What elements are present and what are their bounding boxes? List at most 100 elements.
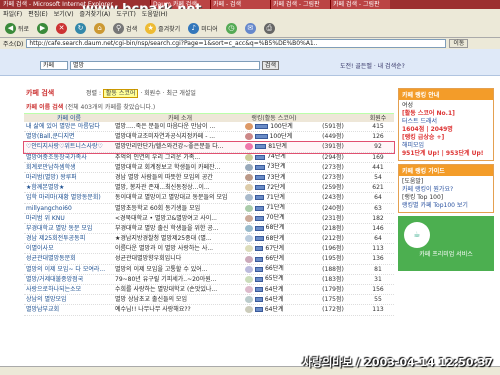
photo-stamp: 사랑의바보 / 2003-04-14 12:50:37: [302, 356, 494, 369]
sort-options: 정렬 : 활동 스코어 · 회원수 · 최근 개설일: [86, 88, 196, 98]
table-row[interactable]: 경남 제25회전투공동피 ★경남지방경찰청 멸망제25중대 (멸... 68단계 (2…: [24, 234, 394, 245]
member-count: 55: [374, 296, 382, 304]
menu-file[interactable]: 파일(F): [3, 9, 22, 20]
rank-bar: [255, 246, 264, 252]
table-row[interactable]: 마리범(멸망) 왕루퍼 경남 멸망 사람들의 따뜻한 모임의 공간 73단계 (273…: [24, 173, 394, 184]
cafe-name-link[interactable]: 성균관대멸망동문회: [24, 254, 112, 263]
table-row[interactable]: 마리범 위 KNU <경북대학교 • 멸망고&멸망여고 사이... 70단계 (231…: [24, 214, 394, 224]
menu-favorites[interactable]: 즐겨찾기(A): [80, 9, 111, 20]
table-row[interactable]: 상남의 멸망모임 멸망 상남초교 출신들의 모임 64단계 (175점) 55: [24, 295, 394, 306]
cafe-name-link[interactable]: 상남의 멸망모임: [24, 295, 112, 304]
table-row[interactable]: 성균관대멸망동문회 성균관대멸망향우회입니다 66단계 (195점) 136: [24, 254, 394, 265]
search-submit-button[interactable]: 검색: [262, 61, 280, 70]
print-button[interactable]: ⎙: [262, 22, 277, 36]
cafe-name-link[interactable]: 입학 마리마(재황 멸망동문회): [24, 193, 112, 202]
stop-button[interactable]: ✕: [54, 22, 69, 36]
member-count: 113: [372, 306, 384, 314]
rank-cell: 64단계: [245, 295, 303, 304]
table-row[interactable]: 멸망여중조동창국가족사 추억의 인연의 우리 그리운 가족... 74단계 (294점…: [24, 153, 394, 163]
guide-help-link[interactable]: 카페 랭킹이 뭔가요?: [402, 186, 490, 194]
activity-score: (259점): [322, 184, 344, 192]
cafe-name-link[interactable]: 멸망의 이제 모임~ 다 모여라...: [24, 265, 112, 274]
cafe-name-link[interactable]: 멸망남부교회: [24, 305, 112, 314]
table-row[interactable]: 멸망남부교회 예수님!! 나무나무 사랑해요?? 64단계 (172점) 113: [24, 305, 394, 316]
table-row[interactable]: 멸망의 이제 모임~ 다 모여라... 멸망의 이제 모임을 고통할 수 있어..…: [24, 265, 394, 275]
menu-view[interactable]: 보기(V): [54, 9, 74, 20]
cafe-name-link[interactable]: 멸망여중조동창국가족사: [24, 153, 112, 162]
task-button[interactable]: 카페 검색 - 그림판: [270, 0, 330, 9]
go-button[interactable]: 이동: [449, 39, 469, 48]
cafe-name-link[interactable]: 경남 제25회전투공동피: [24, 234, 112, 243]
search-input[interactable]: 멸망: [70, 61, 260, 70]
task-button[interactable]: 카페 검색 - 그림판: [330, 0, 390, 9]
search-button[interactable]: ⚲ 검색: [111, 22, 139, 36]
table-row[interactable]: 멸망/거제대불중앙점국 79~80년 유구릴 기피세가..~20아원... 65단계…: [24, 275, 394, 285]
menu-bar: 파일(F) 편집(E) 보기(V) 즐겨찾기(A) 도구(T) 도움말(H): [0, 9, 500, 20]
cafe-name-link[interactable]: 내 삶에 있어 멸망은 아름답다: [24, 122, 112, 131]
rise-cafe-link[interactable]: 해피모임: [402, 142, 490, 150]
cafe-name-link[interactable]: 멸망/거제대불중앙점국: [24, 275, 112, 284]
results-heading: 카페 검색: [26, 89, 55, 97]
favorites-button[interactable]: ★ 즐겨찾기: [143, 22, 182, 36]
cafe-name-link[interactable]: 마리범(멸망) 왕루퍼: [24, 173, 112, 182]
activity-score: (273점): [322, 163, 344, 171]
premium-banner[interactable]: ☕ 카페 프리미엄 서비스: [398, 216, 494, 271]
cafe-thumbnail-icon: [245, 224, 253, 232]
task-button[interactable]: 카페 - 검색: [210, 0, 270, 9]
table-row[interactable]: 사랑으로하나되는소모 수희를 사랑하는 멸망대학교 (손맛있나... 64단계 (17…: [24, 285, 394, 296]
address-input[interactable]: http://cafe.search.daum.net/cgi-bin/nsp/…: [26, 39, 447, 48]
cafe-name-link[interactable]: ♡안티지사랑♡위트니스사랑♡: [24, 142, 112, 151]
cafe-name-link[interactable]: 마리범 위 KNU: [24, 214, 112, 223]
cafe-thumbnail-icon: [245, 174, 253, 182]
cafe-thumbnail-icon: [245, 184, 253, 192]
cafe-name-link[interactable]: 부경대학교 멸망 동문 모임: [24, 224, 112, 233]
table-row[interactable]: 부경대학교 멸망 동문 모임 부경대학교 멸망 출신 학생들을 위한 공... 68…: [24, 224, 394, 235]
table-row[interactable]: 멸망(Ball,쿤디지면 멸망대학교조미자연과공식지정카페 - ... 100단계 (…: [24, 132, 394, 143]
rank-cell: 71단계: [245, 204, 303, 213]
cafe-intro: 부경대학교 멸망 출신 학생들을 위한 공...: [115, 224, 219, 232]
table-row[interactable]: 회계로만남하셈학생 멸망대학교 회계정보고 학생들이 카페잔... 73단계 (273…: [24, 163, 394, 173]
cafe-name-link[interactable]: 회계로만남하셈학생: [24, 163, 112, 172]
guide-top100-label: [랭킹 Top 100]: [402, 194, 444, 201]
cafe-name-link[interactable]: 사랑으로하나되는소모: [24, 285, 112, 294]
mail-button[interactable]: ✉: [243, 22, 258, 36]
menu-tools[interactable]: 도구(T): [116, 9, 135, 20]
score-title: [활동 스코어 No.1]: [402, 110, 455, 117]
media-button[interactable]: ♪ 미디어: [186, 22, 220, 36]
rise-title: [랭킹 급상승 +]: [402, 134, 445, 141]
table-row[interactable]: 이멸이사모 이름다운 멸망과 이 멸망 사랑하는 사... 67단계 (196점) 11…: [24, 244, 394, 255]
member-count: 441: [372, 163, 384, 171]
cafe-thumbnail-icon: [245, 265, 253, 273]
score-cafe-link[interactable]: 터스트 드래서: [402, 118, 490, 126]
guide-box-title: 카페 랭킹 가이드: [399, 165, 493, 176]
table-row[interactable]: 입학 마리마(재황 멸망동문회) 동이대학교 멸망이고 멸망대교 동문들의 모임 7…: [24, 193, 394, 204]
sort-activity-score[interactable]: 활동 스코어: [102, 89, 139, 98]
cafe-name-link[interactable]: ★함께본멸망★: [24, 183, 112, 192]
table-row[interactable]: ♡안티지사랑♡위트니스사랑♡ 멸망만리만단가/헬스와건강~좋은분들 다... 81단…: [23, 141, 395, 154]
table-row[interactable]: millyangchoi60 멸망초등학교 60회 동기생들 모임 71단계 (240…: [24, 204, 394, 214]
forward-button[interactable]: ▶: [35, 22, 50, 36]
back-button[interactable]: ◀ 뒤로: [3, 22, 31, 36]
cafe-thumbnail-icon: [245, 204, 253, 212]
history-button[interactable]: ◷: [224, 22, 239, 36]
rank-cell: 74단계: [245, 153, 303, 162]
member-count: 63: [374, 204, 382, 212]
rank-cell: 73단계: [245, 163, 303, 172]
sort-other-options[interactable]: · 회원수 · 최근 개설일: [140, 90, 196, 97]
rank-bar: [255, 195, 265, 201]
home-button[interactable]: ⌂: [92, 22, 107, 36]
cafe-name-link[interactable]: millyangchoi60: [24, 204, 112, 213]
scope-select[interactable]: 카페: [40, 61, 68, 70]
activity-score: (188점): [322, 265, 344, 273]
cafe-name-link[interactable]: 멸망(Ball,쿤디지면: [24, 132, 112, 141]
table-row[interactable]: 내 삶에 있어 멸망은 아름답다 멸망.....죽은 분들이 마음다운 만남이 .…: [24, 122, 394, 133]
top-links[interactable]: 도전! 골든벨 · 내 검색순?: [340, 61, 405, 70]
cafe-name-link[interactable]: 이멸이사모: [24, 244, 112, 253]
menu-help[interactable]: 도움말(H): [142, 9, 168, 20]
cafe-intro: 멸망.....죽은 분들이 마음다운 만남이 ...: [115, 123, 216, 130]
refresh-button[interactable]: ↻: [73, 22, 88, 36]
table-row[interactable]: ★함께본멸망★ 멸망, 봉자관 존재...최신동정상...이... 72단계 (259…: [24, 183, 394, 194]
guide-top100-link[interactable]: 랭킹별 카페 Top100 보기: [402, 202, 490, 210]
menu-edit[interactable]: 편집(E): [28, 9, 48, 20]
member-count: 81: [374, 265, 382, 273]
